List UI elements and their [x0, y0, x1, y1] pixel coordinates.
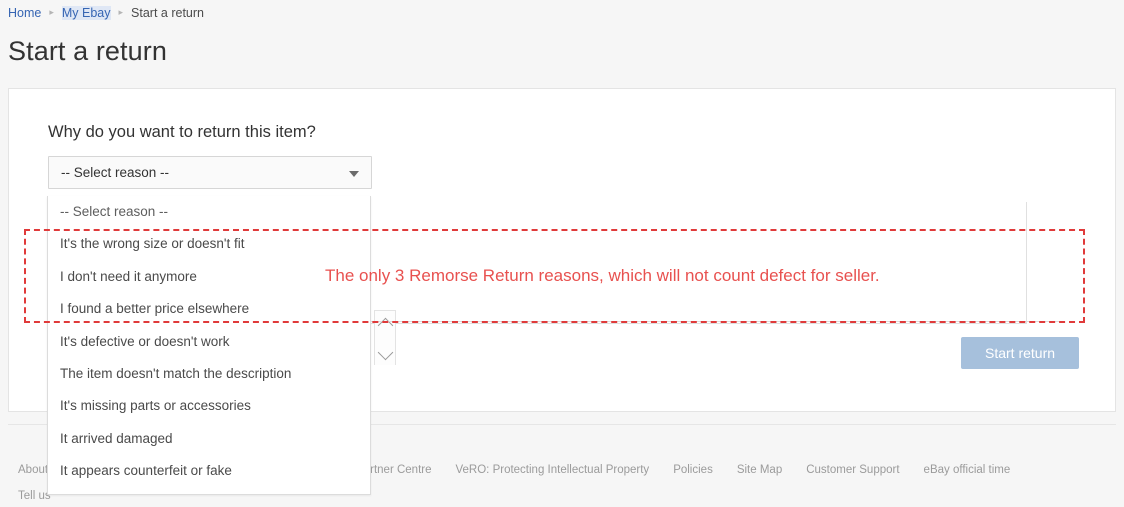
breadcrumb-separator-icon: ▸	[49, 7, 54, 17]
return-reason-question: Why do you want to return this item?	[48, 123, 316, 141]
dropdown-option-wrong-size[interactable]: It's the wrong size or doesn't fit	[48, 228, 370, 260]
footer-link-vero[interactable]: VeRO: Protecting Intellectual Property	[456, 464, 650, 476]
breadcrumb-item-home[interactable]: Home	[8, 4, 41, 22]
reason-dropdown-list[interactable]: -- Select reason -- It's the wrong size …	[47, 196, 371, 495]
dropdown-option-counterfeit[interactable]: It appears counterfeit or fake	[48, 455, 370, 487]
annotation-text: The only 3 Remorse Return reasons, which…	[325, 266, 880, 285]
breadcrumb-item-my-ebay-label: My Ebay	[61, 6, 111, 20]
page-title: Start a return	[8, 36, 167, 66]
dropdown-option-better-price[interactable]: I found a better price elsewhere	[48, 293, 370, 325]
comment-textarea[interactable]	[337, 202, 1027, 365]
chevron-down-icon	[349, 171, 359, 177]
field-divider	[337, 321, 1059, 322]
reason-select-value: -- Select reason --	[61, 165, 170, 180]
reason-select[interactable]: -- Select reason --	[48, 156, 372, 189]
dropdown-option-missing-parts[interactable]: It's missing parts or accessories	[48, 390, 370, 422]
dropdown-option-dont-need[interactable]: I don't need it anymore	[48, 261, 370, 293]
breadcrumb-separator-icon-2: ▸	[118, 7, 124, 17]
chevron-down-icon-scroll[interactable]	[377, 344, 394, 361]
footer-link-tell-us[interactable]: Tell us	[18, 490, 51, 502]
footer-link-site-map[interactable]: Site Map	[737, 464, 782, 476]
footer-link-ebay-official-time: eBay official time	[923, 464, 1011, 476]
dropdown-option-placeholder[interactable]: -- Select reason --	[48, 196, 370, 228]
breadcrumb: Home ▸ My Ebay ▸ Start a return	[8, 4, 204, 22]
breadcrumb-item-my-ebay[interactable]: My Ebay	[61, 4, 111, 22]
footer-link-about[interactable]: About	[18, 464, 48, 476]
dropdown-option-defective[interactable]: It's defective or doesn't work	[48, 326, 370, 358]
footer-link-policies[interactable]: Policies	[673, 464, 713, 476]
breadcrumb-item-current: Start a return	[131, 6, 204, 20]
dropdown-option-arrived-damaged[interactable]: It arrived damaged	[48, 423, 370, 455]
footer-link-customer-support[interactable]: Customer Support	[806, 464, 899, 476]
comment-textarea-scrollbar[interactable]	[374, 310, 396, 365]
start-return-button[interactable]: Start return	[961, 337, 1079, 369]
dropdown-option-not-as-described[interactable]: The item doesn't match the description	[48, 358, 370, 390]
